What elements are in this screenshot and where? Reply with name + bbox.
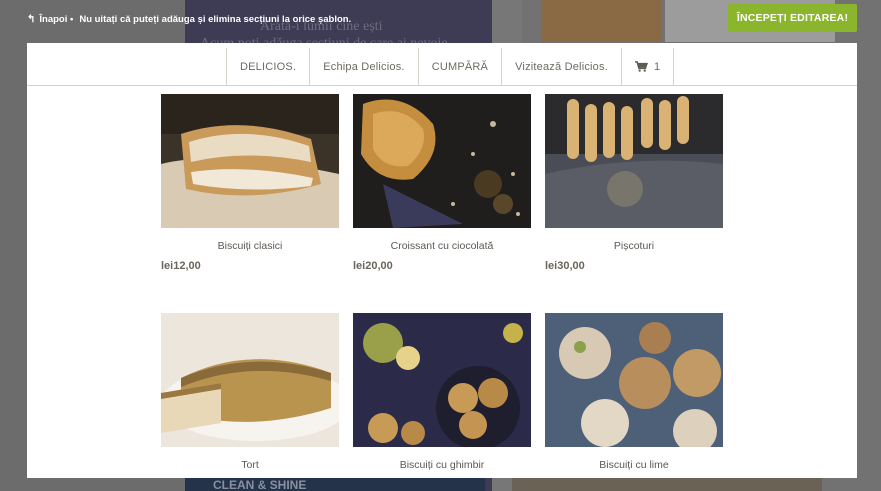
nav-item-shop[interactable]: CUMPĂRĂ — [419, 48, 503, 85]
product-name[interactable]: Biscuiți clasici — [161, 240, 339, 252]
editor-tip-text: Nu uitați că puteți adăuga și elimina se… — [79, 14, 352, 25]
background-bottom-banner: CLEAN & SHINE — [185, 478, 485, 491]
back-arrow-icon: ↰ — [27, 14, 36, 25]
editor-topbar: ↰ Înapoi • Nu uitați că puteți adăuga și … — [0, 0, 881, 40]
nav-menu: DELICIOS. Echipa Delicios. CUMPĂRĂ Vizit… — [226, 48, 675, 85]
bullet-icon: • — [70, 14, 74, 25]
product-name[interactable]: Croissant cu ciocolată — [353, 240, 531, 252]
product-image-cake[interactable] — [161, 313, 339, 447]
product-card[interactable]: Croissant cu ciocolată lei20,00 — [353, 94, 531, 272]
nav-item-cart[interactable]: 1 — [622, 48, 675, 85]
product-name[interactable]: Biscuiți cu ghimbir — [353, 459, 531, 471]
product-card[interactable]: Biscuiți clasici lei12,00 — [161, 94, 339, 272]
product-price: lei12,00 — [161, 260, 201, 272]
cart-count: 1 — [653, 60, 661, 73]
shopping-cart-icon — [635, 61, 648, 72]
background-bottom-image — [512, 478, 822, 491]
product-image-ginger-biscuits[interactable] — [353, 313, 531, 447]
product-name[interactable]: Pișcoturi — [545, 240, 723, 252]
product-image-ladyfingers[interactable] — [545, 94, 723, 228]
back-label: Înapoi — [39, 14, 68, 25]
nav-item-home[interactable]: DELICIOS. — [227, 48, 311, 85]
nav-item-visit[interactable]: Vizitează Delicios. — [502, 48, 622, 85]
product-card[interactable]: Tort — [161, 313, 339, 471]
product-price: lei30,00 — [545, 260, 585, 272]
product-image-lime-biscuits[interactable] — [545, 313, 723, 447]
template-preview-frame: DELICIOS. Echipa Delicios. CUMPĂRĂ Vizit… — [27, 43, 857, 478]
product-name[interactable]: Tort — [161, 459, 339, 471]
editor-tip: • Nu uitați că puteți adăuga și elimina s… — [70, 14, 351, 25]
nav-item-team[interactable]: Echipa Delicios. — [310, 48, 419, 85]
back-link[interactable]: ↰ Înapoi — [27, 14, 67, 25]
product-card[interactable]: Biscuiți cu ghimbir — [353, 313, 531, 471]
product-image-biscuits[interactable] — [161, 94, 339, 228]
start-editing-button[interactable]: ÎNCEPEȚI EDITAREA! — [728, 4, 857, 32]
product-card[interactable]: Pișcoturi lei30,00 — [545, 94, 723, 272]
product-price: lei20,00 — [353, 260, 393, 272]
product-name[interactable]: Biscuiți cu lime — [545, 459, 723, 471]
product-card[interactable]: Biscuiți cu lime — [545, 313, 723, 471]
product-image-croissant[interactable] — [353, 94, 531, 228]
site-navigation: DELICIOS. Echipa Delicios. CUMPĂRĂ Vizit… — [27, 48, 857, 86]
